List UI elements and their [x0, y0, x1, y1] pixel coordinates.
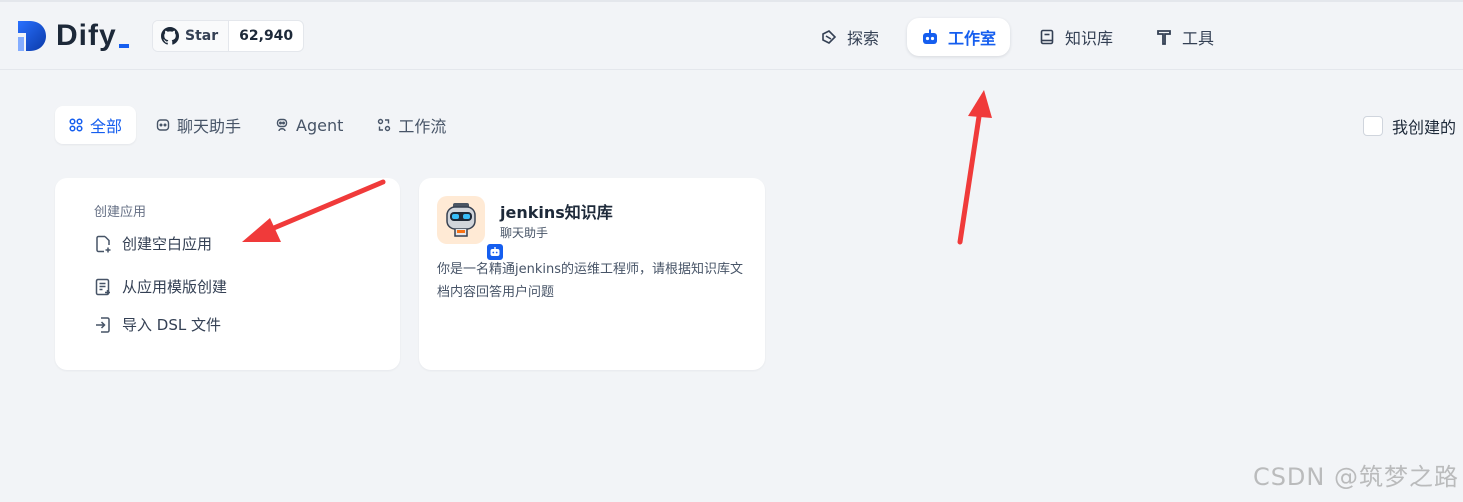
main-nav: 探索 工作室 知识库 工具	[806, 18, 1242, 56]
create-app-card: 创建应用 创建空白应用 从应用模版创建 导入 DSL 文件	[55, 178, 400, 370]
compass-icon	[822, 30, 837, 44]
dify-logo-icon	[18, 21, 46, 51]
created-by-me-label: 我创建的	[1392, 118, 1457, 137]
github-star-button[interactable]: Star	[153, 21, 230, 51]
create-app-title: 创建应用	[94, 205, 147, 220]
create-blank-app-label: 创建空白应用	[122, 235, 213, 253]
app-description: 你是一名精通jenkins的运维工程师，请根据知识库文档内容回答用户问题	[437, 262, 744, 300]
top-header: Dify Star 62,940 探索 工作室 知识库 工具	[0, 2, 1463, 70]
app-type: 聊天助手	[500, 226, 549, 240]
template-icon	[95, 278, 110, 295]
tab-workflow[interactable]: 工作流	[363, 106, 460, 144]
tab-all-label: 全部	[90, 117, 123, 136]
chat-icon	[156, 119, 170, 131]
nav-studio[interactable]: 工作室	[907, 18, 1011, 56]
tab-workflow-label: 工作流	[398, 117, 447, 136]
arrow-to-studio-nav	[957, 90, 992, 245]
tab-chatbot[interactable]: 聊天助手	[142, 106, 255, 144]
nav-knowledge[interactable]: 知识库	[1024, 18, 1127, 56]
import-icon	[96, 316, 110, 333]
create-from-template-button[interactable]: 从应用模版创建	[93, 276, 227, 297]
created-by-me-filter[interactable]: 我创建的	[1363, 114, 1456, 138]
import-dsl-button[interactable]: 导入 DSL 文件	[93, 314, 221, 335]
github-star-badge[interactable]: Star 62,940	[152, 20, 305, 52]
file-plus-icon	[96, 235, 111, 252]
nav-explore-label: 探索	[847, 29, 880, 48]
nav-knowledge-label: 知识库	[1065, 29, 1114, 48]
logo-underscore	[118, 44, 129, 48]
github-icon	[161, 27, 179, 45]
tab-agent-label: Agent	[296, 115, 344, 135]
workflow-icon	[378, 118, 391, 132]
create-blank-app-button[interactable]: 创建空白应用	[93, 233, 212, 254]
chat-badge-icon	[490, 247, 500, 256]
tab-all[interactable]: 全部	[55, 106, 137, 144]
agent-icon	[276, 118, 288, 132]
tab-chatbot-label: 聊天助手	[177, 117, 242, 136]
app-type-tabs: 全部 聊天助手 Agent 工作流	[55, 106, 466, 144]
app-name: jenkins知识库	[500, 203, 613, 222]
created-by-me-checkbox[interactable]	[1363, 116, 1383, 136]
nav-tools-label: 工具	[1182, 29, 1215, 48]
tab-agent[interactable]: Agent	[261, 106, 357, 144]
csdn-watermark: CSDN @筑梦之路	[1252, 463, 1459, 491]
robot-icon	[923, 29, 938, 44]
nav-explore[interactable]: 探索	[806, 18, 893, 56]
create-from-template-label: 从应用模版创建	[122, 278, 228, 296]
import-dsl-label: 导入 DSL 文件	[122, 316, 221, 334]
nav-tools[interactable]: 工具	[1141, 18, 1228, 56]
star-label: Star	[185, 28, 219, 44]
hammer-icon	[1157, 30, 1171, 45]
app-card-jenkins[interactable]: jenkins知识库 聊天助手 你是一名精通jenkins的运维工程师，请根据知…	[419, 178, 765, 370]
star-count: 62,940	[239, 28, 294, 44]
app-avatar	[437, 196, 505, 262]
robot-avatar-icon	[446, 203, 476, 237]
logo-text: Dify	[56, 19, 117, 52]
book-icon	[1040, 29, 1054, 45]
grid-icon	[69, 118, 83, 132]
nav-studio-label: 工作室	[948, 29, 997, 48]
dify-logo[interactable]: Dify	[16, 18, 129, 54]
